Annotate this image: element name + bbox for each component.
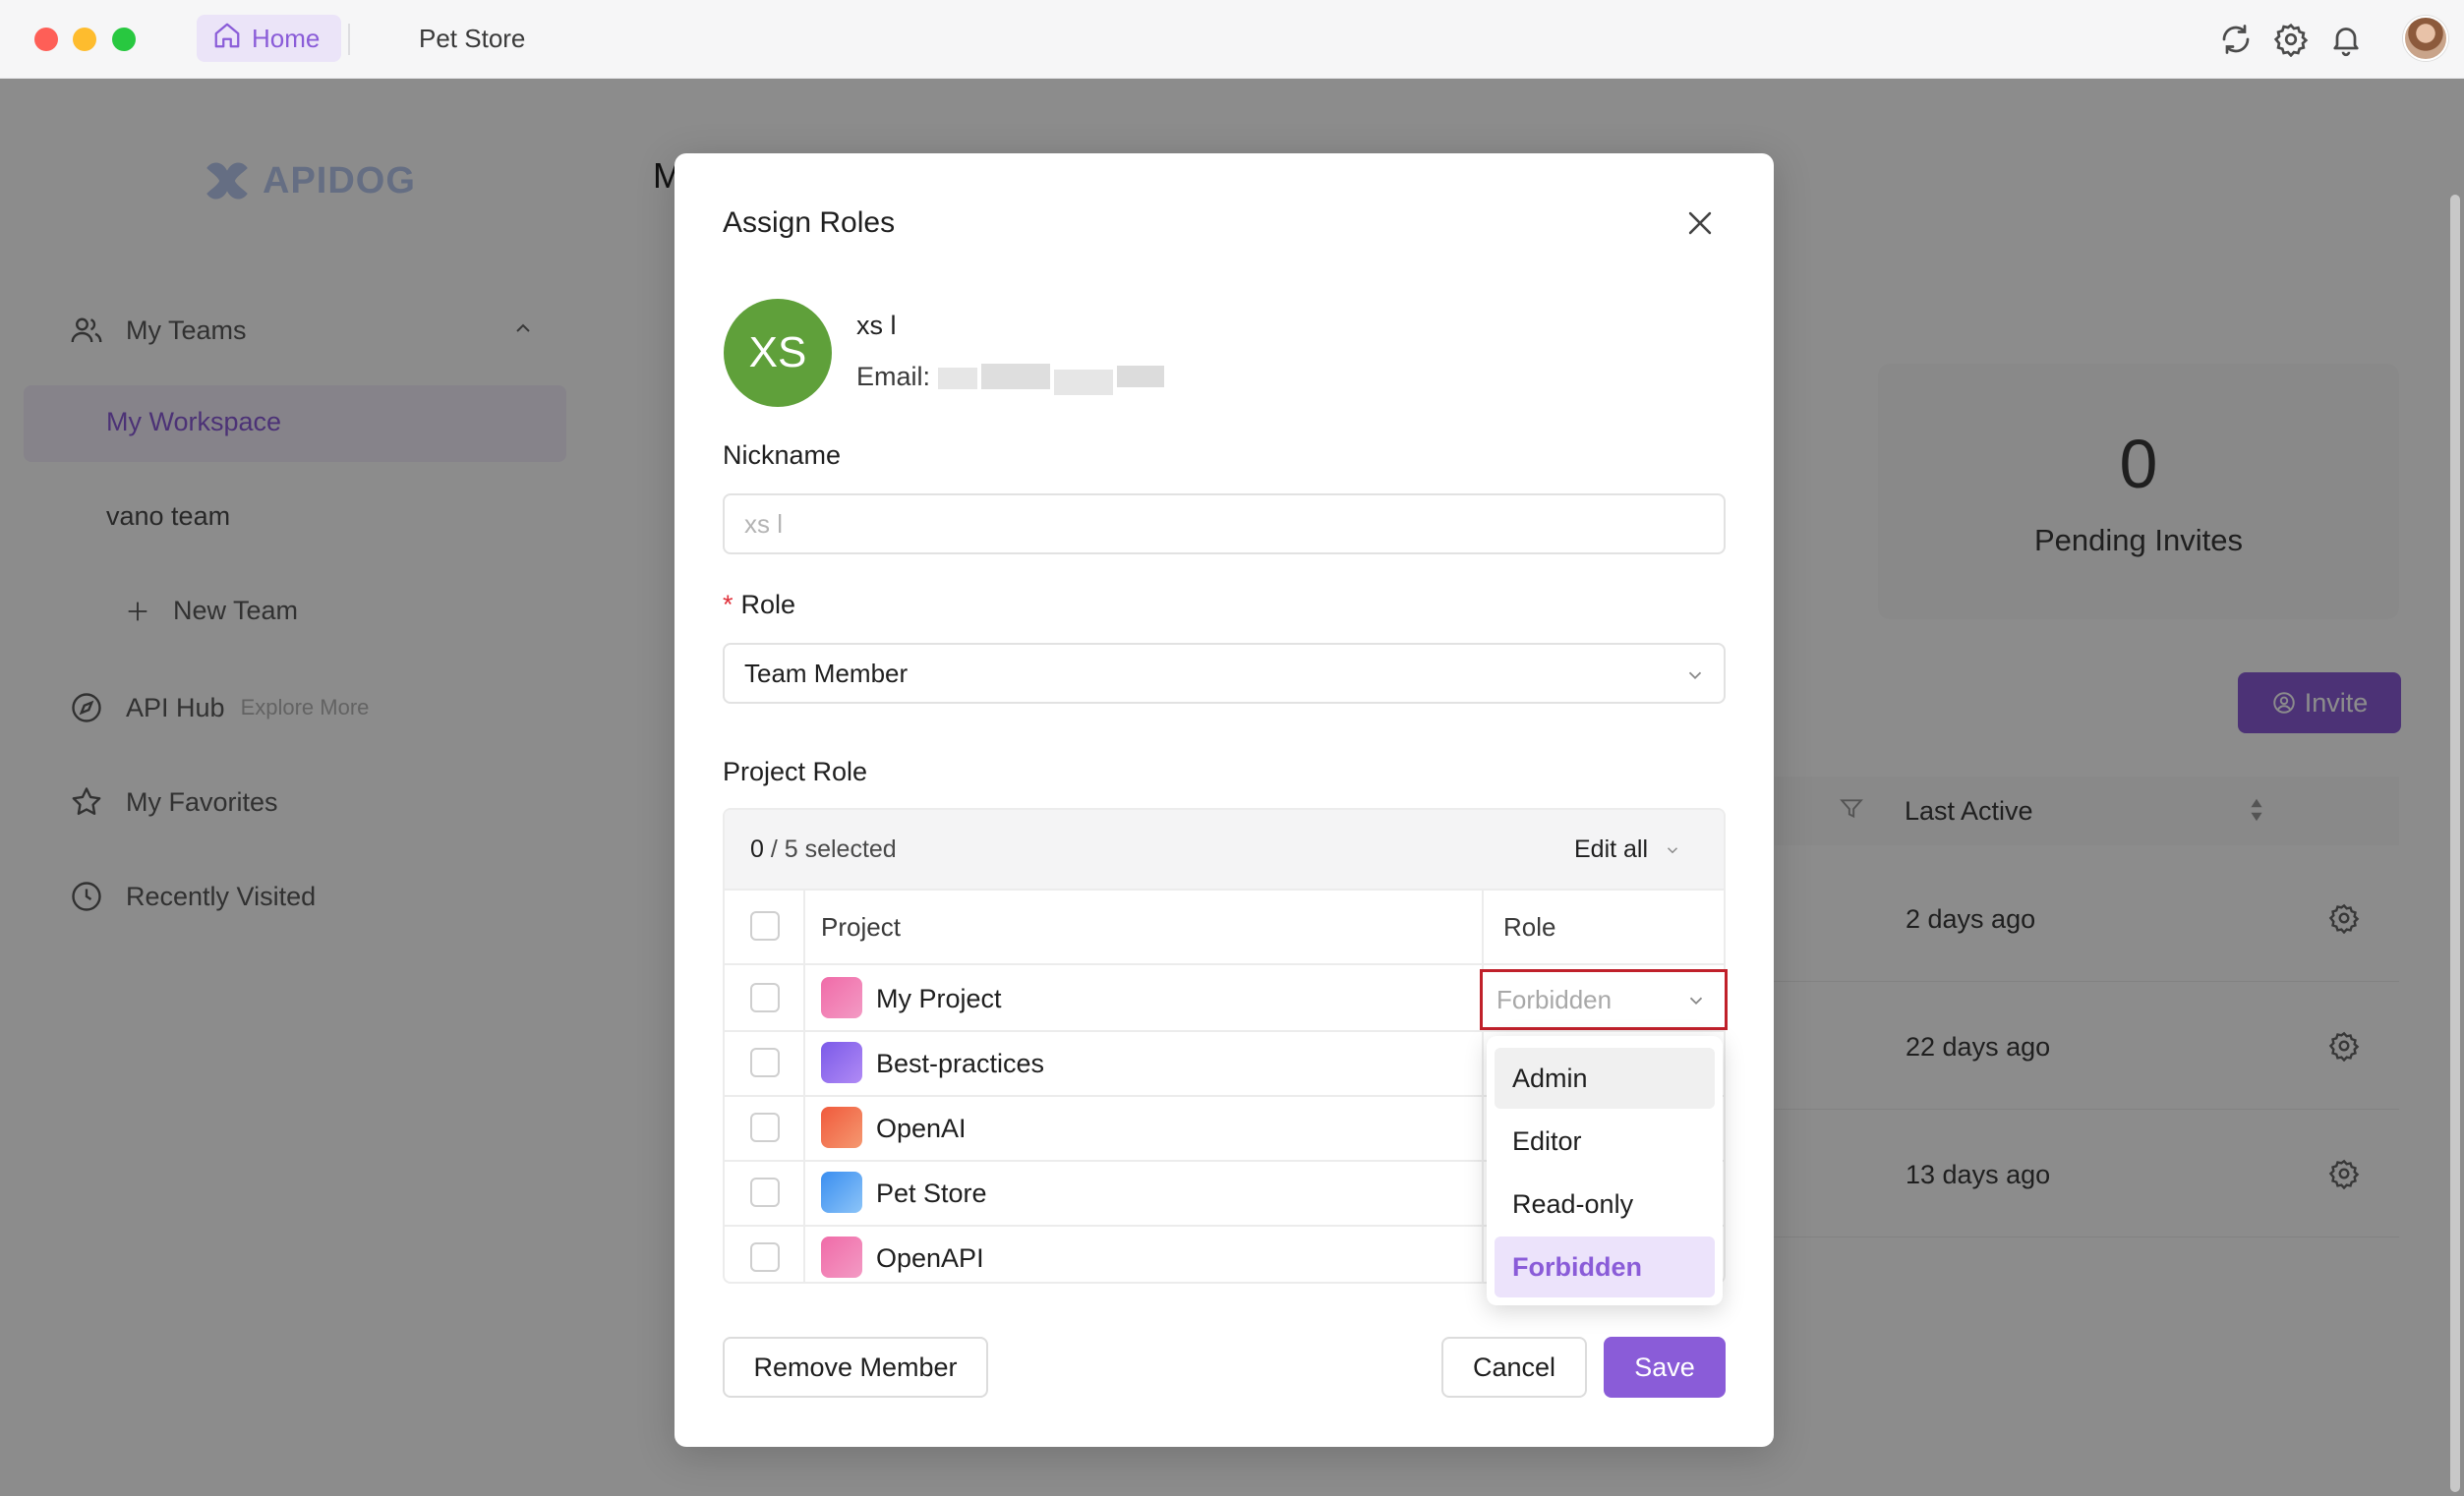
title-bar: Home Pet Store <box>0 0 2464 79</box>
selection-count: 0 / 5 selected <box>750 835 897 863</box>
remove-member-button[interactable]: Remove Member <box>723 1337 988 1398</box>
nickname-label: Nickname <box>723 440 842 470</box>
book-icon <box>821 1237 862 1278</box>
role-option-read-only[interactable]: Read-only <box>1495 1174 1715 1235</box>
bird-icon <box>821 1172 862 1213</box>
select-all-checkbox[interactable] <box>750 911 780 941</box>
chevron-down-icon <box>1688 671 1702 680</box>
edit-all-dropdown[interactable]: Edit all <box>1574 835 1681 864</box>
role-label: * Role <box>723 590 796 619</box>
column-header-project: Project <box>821 912 901 942</box>
row-checkbox[interactable] <box>750 1113 780 1142</box>
project-name: Pet Store <box>876 1179 987 1208</box>
rocket-icon <box>821 1042 862 1083</box>
project-name: OpenAI <box>876 1114 967 1143</box>
gear-icon[interactable] <box>2273 22 2309 58</box>
sync-icon[interactable] <box>2218 22 2254 57</box>
project-role-label: Project Role <box>723 757 868 786</box>
member-name: xs l <box>856 311 897 340</box>
nickname-placeholder: xs l <box>744 508 783 539</box>
chevron-down-icon <box>1689 997 1703 1006</box>
tab-divider <box>348 24 350 55</box>
window-close-button[interactable] <box>34 28 58 51</box>
tab-pet-store[interactable]: Pet Store <box>419 24 525 54</box>
role-option-forbidden[interactable]: Forbidden <box>1495 1237 1715 1297</box>
book-icon <box>821 977 862 1018</box>
tab-home-label: Home <box>252 23 321 53</box>
role-select-value: Team Member <box>744 658 909 688</box>
row-divider <box>725 1030 1724 1032</box>
bell-icon[interactable] <box>2328 22 2364 57</box>
row-checkbox[interactable] <box>750 1242 780 1272</box>
edit-all-label: Edit all <box>1574 835 1649 863</box>
email-label: Email: <box>856 362 931 391</box>
tab-home[interactable]: Home <box>197 15 342 62</box>
role-dropdown-menu: Admin Editor Read-only Forbidden <box>1487 1036 1723 1305</box>
project-name: My Project <box>876 984 1002 1013</box>
scrollbar[interactable] <box>2450 195 2460 1492</box>
role-option-editor[interactable]: Editor <box>1495 1111 1715 1172</box>
window-minimize-button[interactable] <box>73 28 96 51</box>
calendar-icon <box>821 1107 862 1148</box>
email-redacted <box>938 362 1184 395</box>
home-icon <box>212 21 242 57</box>
role-option-admin[interactable]: Admin <box>1495 1048 1715 1109</box>
nickname-input[interactable]: xs l <box>723 493 1726 554</box>
user-avatar[interactable] <box>2403 16 2448 61</box>
project-role-select[interactable]: Forbidden <box>1480 969 1728 1030</box>
cancel-button[interactable]: Cancel <box>1441 1337 1587 1398</box>
project-name: OpenAPI <box>876 1243 984 1273</box>
chevron-down-icon <box>1668 846 1678 853</box>
column-header-role: Role <box>1503 912 1556 942</box>
dialog-title: Assign Roles <box>723 206 896 239</box>
project-role-value: Forbidden <box>1496 984 1613 1014</box>
save-button[interactable]: Save <box>1604 1337 1726 1398</box>
row-checkbox[interactable] <box>750 983 780 1012</box>
member-avatar: XS <box>724 299 832 407</box>
row-checkbox[interactable] <box>750 1178 780 1207</box>
project-name: Best-practices <box>876 1049 1045 1078</box>
close-icon[interactable] <box>1683 206 1717 240</box>
row-checkbox[interactable] <box>750 1048 780 1077</box>
required-marker: * <box>723 590 733 619</box>
window-zoom-button[interactable] <box>112 28 136 51</box>
role-select[interactable]: Team Member <box>723 643 1726 704</box>
